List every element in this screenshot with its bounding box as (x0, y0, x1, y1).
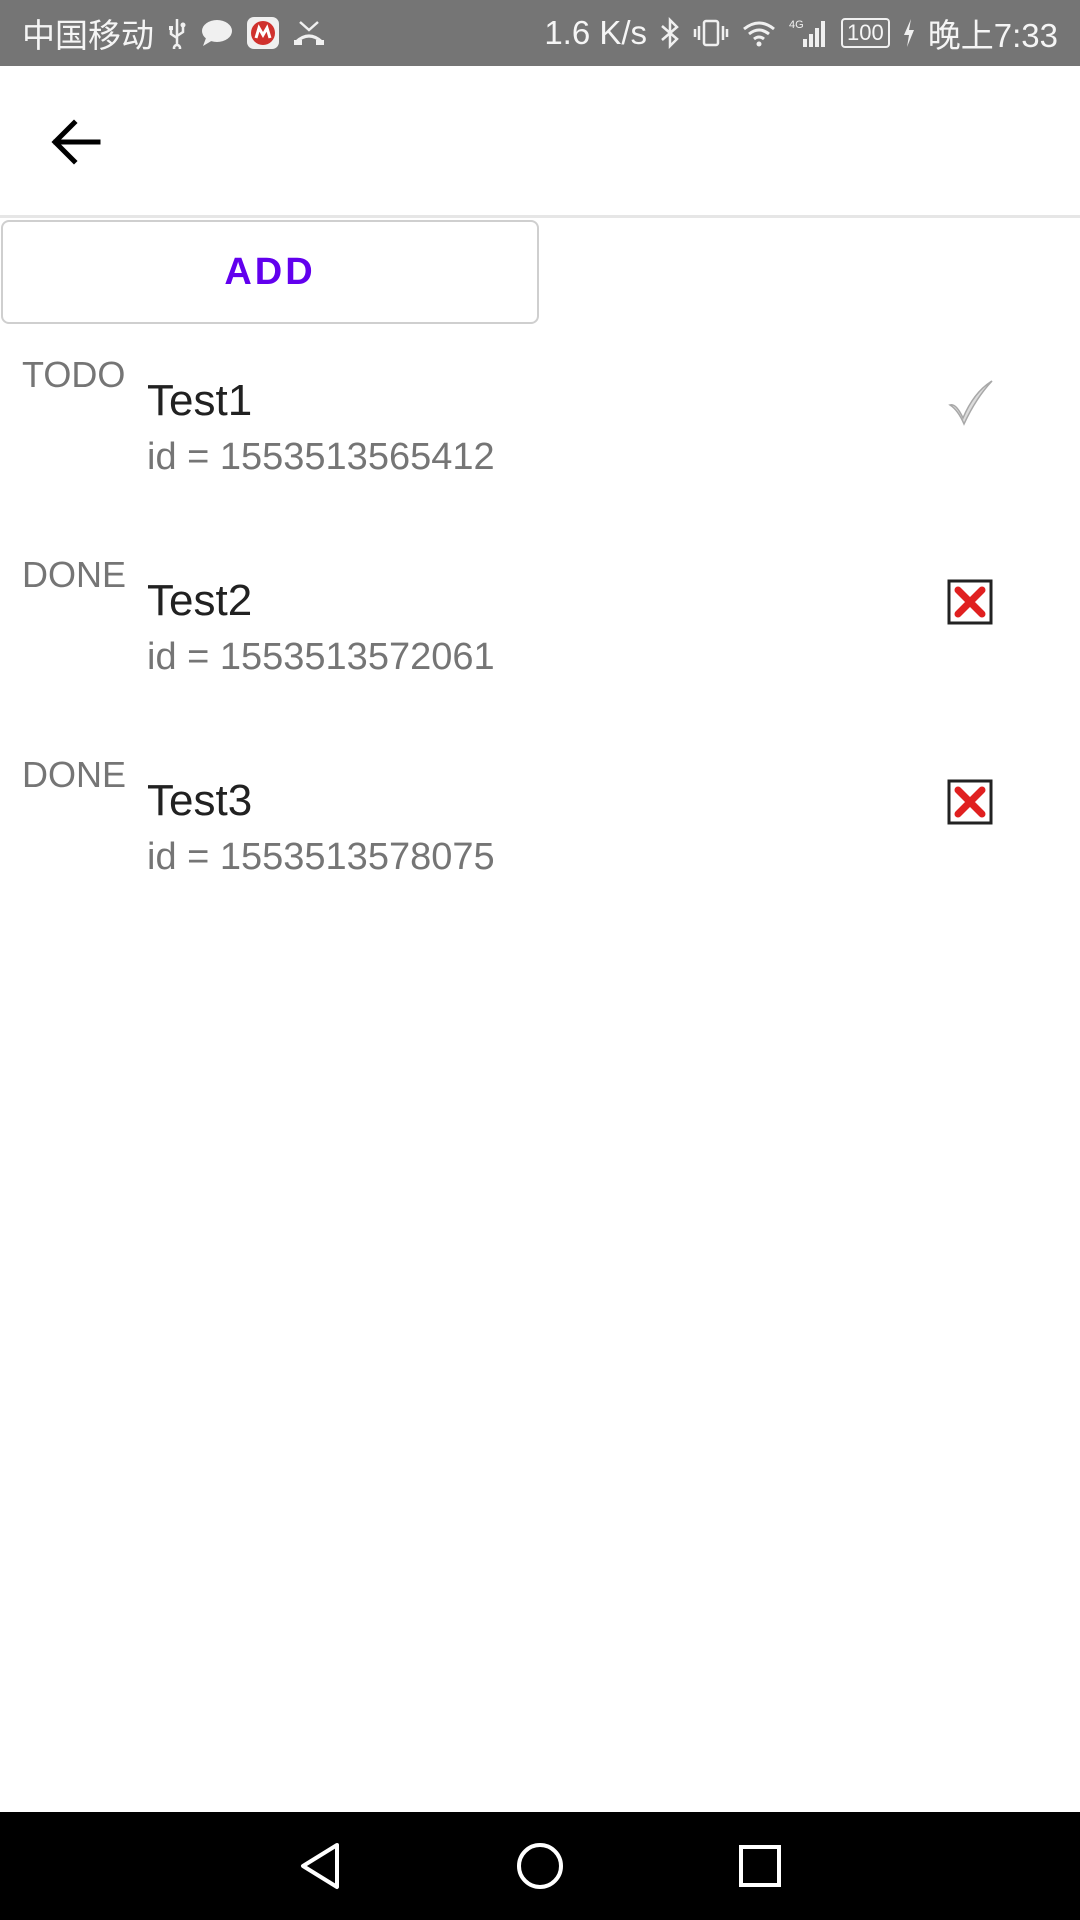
carrier-label: 中国移动 (22, 17, 154, 54)
item-status-label: DONE (22, 554, 127, 595)
list-item[interactable]: TODO Test1 id = 1553513565412 (0, 340, 1080, 540)
status-bar-left: 中国移动 (22, 0, 326, 66)
status-bar: 中国移动 1.6 K/s 4G 100 晚上7:33 (0, 0, 1080, 66)
item-id: id = 1553513572061 (147, 636, 495, 678)
screen: 中国移动 1.6 K/s 4G 100 晚上7:33 ADD TODO Test… (0, 0, 1080, 1920)
back-button[interactable] (40, 110, 112, 174)
nav-back-button[interactable] (293, 1839, 347, 1893)
delete-button[interactable] (944, 576, 996, 628)
nav-home-button[interactable] (513, 1839, 567, 1893)
item-title: Test1 (147, 376, 253, 425)
missed-call-icon (292, 18, 326, 48)
wifi-icon (741, 18, 777, 48)
clock: 晚上7:33 (927, 17, 1058, 54)
arrow-back-icon (51, 119, 101, 165)
item-id: id = 1553513578075 (147, 836, 495, 878)
circle-home-icon (517, 1843, 563, 1889)
delete-button[interactable] (944, 776, 996, 828)
svg-text:4G: 4G (789, 19, 804, 31)
square-recents-icon (739, 1845, 781, 1887)
list-item[interactable]: DONE Test3 id = 1553513578075 (0, 740, 1080, 940)
bank-app-icon (246, 16, 280, 50)
list-item[interactable]: DONE Test2 id = 1553513572061 (0, 540, 1080, 740)
status-bar-right: 1.6 K/s 4G 100 晚上7:33 (544, 0, 1058, 66)
mark-done-button[interactable] (944, 376, 996, 428)
item-id: id = 1553513565412 (147, 436, 495, 478)
item-status-label: DONE (22, 754, 127, 795)
checkmark-icon (948, 380, 993, 426)
item-title: Test2 (147, 576, 253, 625)
cellular-signal-icon: 4G (789, 17, 829, 49)
triangle-back-icon (301, 1843, 339, 1889)
network-speed: 1.6 K/s (544, 14, 648, 51)
app-toolbar (0, 66, 1080, 218)
bluetooth-icon (659, 17, 681, 49)
charging-icon (902, 18, 916, 48)
message-icon (200, 18, 234, 48)
usb-icon (166, 17, 188, 49)
navigation-bar (0, 1812, 1080, 1920)
item-status-label: TODO (22, 354, 126, 395)
delete-x-icon (947, 779, 993, 825)
vibrate-icon (693, 18, 729, 48)
battery-indicator: 100 (841, 18, 890, 48)
todo-list: TODO Test1 id = 1553513565412 DONE Test2… (0, 340, 1080, 940)
add-button[interactable]: ADD (1, 220, 539, 324)
item-title: Test3 (147, 776, 253, 825)
nav-recents-button[interactable] (733, 1839, 787, 1893)
delete-x-icon (947, 579, 993, 625)
